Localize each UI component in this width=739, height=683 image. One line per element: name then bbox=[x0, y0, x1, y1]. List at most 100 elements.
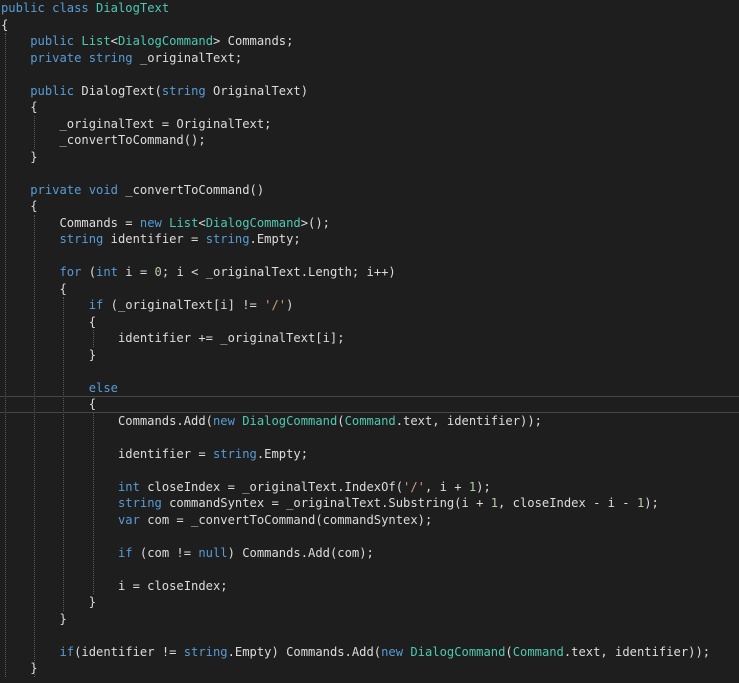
code-line[interactable]: if (_originalText[i] != '/') bbox=[0, 297, 739, 314]
code-line[interactable]: private void _convertToCommand() bbox=[0, 182, 739, 199]
code-token: } bbox=[1, 595, 97, 609]
code-line[interactable]: public List<DialogCommand> Commands; bbox=[0, 33, 739, 50]
code-token: new bbox=[212, 413, 235, 428]
code-line[interactable]: for (int i = 0; i < _originalText.Length… bbox=[0, 264, 739, 281]
code-token: else bbox=[88, 380, 118, 395]
code-line[interactable]: public DialogText(string OriginalText) bbox=[0, 83, 739, 100]
code-token: public bbox=[1, 1, 45, 15]
code-token: identifier = bbox=[1, 446, 213, 461]
code-token: '/' bbox=[264, 298, 287, 312]
code-line[interactable]: { bbox=[0, 17, 739, 34]
code-token: var bbox=[117, 512, 140, 527]
code-token: .text, identifier)); bbox=[395, 413, 542, 428]
code-token: ) Commands.Add(com); bbox=[227, 545, 374, 560]
code-line[interactable] bbox=[0, 627, 739, 644]
code-token: ) bbox=[286, 298, 294, 312]
code-line[interactable]: } bbox=[0, 594, 739, 611]
code-token: new bbox=[381, 644, 404, 659]
code-token: new bbox=[139, 215, 162, 230]
code-line[interactable]: var com = _convertToCommand(commandSynte… bbox=[0, 512, 739, 529]
code-line[interactable] bbox=[0, 363, 739, 380]
code-token: DialogCommand bbox=[410, 644, 506, 659]
code-line[interactable]: if (com != null) Commands.Add(com); bbox=[0, 545, 739, 562]
code-token: DialogCommand bbox=[117, 34, 214, 48]
code-line[interactable] bbox=[0, 429, 739, 446]
code-token: DialogCommand bbox=[205, 215, 301, 230]
code-token: } bbox=[1, 347, 97, 362]
code-line[interactable] bbox=[0, 528, 739, 545]
code-token: ( bbox=[337, 413, 345, 428]
code-token: , i + bbox=[424, 479, 469, 494]
code-token: identifier = bbox=[103, 232, 206, 246]
code-token: ( bbox=[81, 265, 97, 279]
code-line[interactable]: _convertToCommand(); bbox=[0, 132, 739, 149]
code-token: string bbox=[59, 232, 104, 246]
code-line[interactable] bbox=[0, 462, 739, 479]
code-line[interactable]: Commands.Add(new DialogCommand(Command.t… bbox=[0, 413, 739, 430]
code-line[interactable]: i = closeIndex; bbox=[0, 578, 739, 595]
code-token: null bbox=[198, 545, 228, 560]
code-line[interactable]: identifier = string.Empty; bbox=[0, 446, 739, 463]
code-token: void bbox=[88, 182, 118, 197]
code-token: '/' bbox=[403, 479, 425, 494]
code-token: DialogText bbox=[96, 1, 170, 15]
code-token: 1 bbox=[490, 496, 499, 510]
code-token: if bbox=[117, 545, 133, 560]
code-token: ); bbox=[644, 496, 659, 510]
code-line[interactable]: _originalText = OriginalText; bbox=[0, 116, 739, 133]
code-token: } bbox=[1, 611, 67, 626]
code-token: string bbox=[88, 50, 133, 65]
code-token: { bbox=[1, 100, 38, 114]
code-token: DialogText( bbox=[74, 83, 162, 98]
code-token: OriginalText) bbox=[205, 83, 309, 98]
code-line[interactable]: Commands = new List<DialogCommand>(); bbox=[0, 215, 739, 232]
code-token: _convertToCommand() bbox=[117, 182, 265, 197]
code-token: DialogCommand bbox=[242, 413, 338, 428]
code-line[interactable]: { bbox=[0, 99, 739, 116]
code-token: Commands = bbox=[1, 215, 140, 230]
code-line[interactable]: string identifier = string.Empty; bbox=[0, 231, 739, 248]
code-token: } bbox=[1, 661, 38, 675]
code-line[interactable]: identifier += _originalText[i]; bbox=[0, 330, 739, 347]
code-line[interactable] bbox=[0, 66, 739, 83]
code-line[interactable]: { bbox=[0, 314, 739, 331]
code-token: { bbox=[1, 314, 97, 329]
code-line[interactable]: } bbox=[0, 660, 739, 677]
code-token: ; i < _originalText.Length; i++) bbox=[161, 265, 396, 279]
code-line[interactable]: } bbox=[0, 347, 739, 364]
code-token: com = _convertToCommand(commandSyntex); bbox=[139, 512, 433, 527]
code-token: _originalText = OriginalText; bbox=[1, 116, 272, 131]
code-line[interactable]: { bbox=[0, 396, 739, 413]
code-line[interactable]: } bbox=[0, 149, 739, 166]
code-line[interactable]: if(identifier != string.Empty) Commands.… bbox=[0, 644, 739, 661]
code-line[interactable] bbox=[0, 165, 739, 182]
code-token: < bbox=[198, 215, 206, 230]
code-line[interactable] bbox=[0, 561, 739, 578]
code-line[interactable]: string commandSyntex = _originalText.Sub… bbox=[0, 495, 739, 512]
code-line[interactable]: else bbox=[0, 380, 739, 397]
code-line[interactable]: private string _originalText; bbox=[0, 50, 739, 67]
code-token: i = bbox=[117, 265, 155, 279]
code-line[interactable]: } bbox=[0, 611, 739, 628]
code-editor[interactable]: public class DialogText{ public List<Dia… bbox=[0, 0, 739, 683]
code-token: List bbox=[169, 215, 199, 230]
code-token: < bbox=[110, 34, 118, 48]
code-token: } bbox=[1, 149, 38, 164]
code-token: .text, identifier)); bbox=[563, 644, 711, 659]
code-token: if bbox=[59, 644, 75, 659]
code-line[interactable]: public class DialogText bbox=[0, 0, 739, 17]
code-line[interactable]: { bbox=[0, 281, 739, 298]
code-area[interactable]: public class DialogText{ public List<Dia… bbox=[0, 0, 739, 677]
code-line[interactable]: { bbox=[0, 198, 739, 215]
code-token: i = closeIndex; bbox=[1, 578, 228, 593]
code-line[interactable] bbox=[0, 248, 739, 265]
code-line[interactable]: int closeIndex = _originalText.IndexOf('… bbox=[0, 479, 739, 496]
